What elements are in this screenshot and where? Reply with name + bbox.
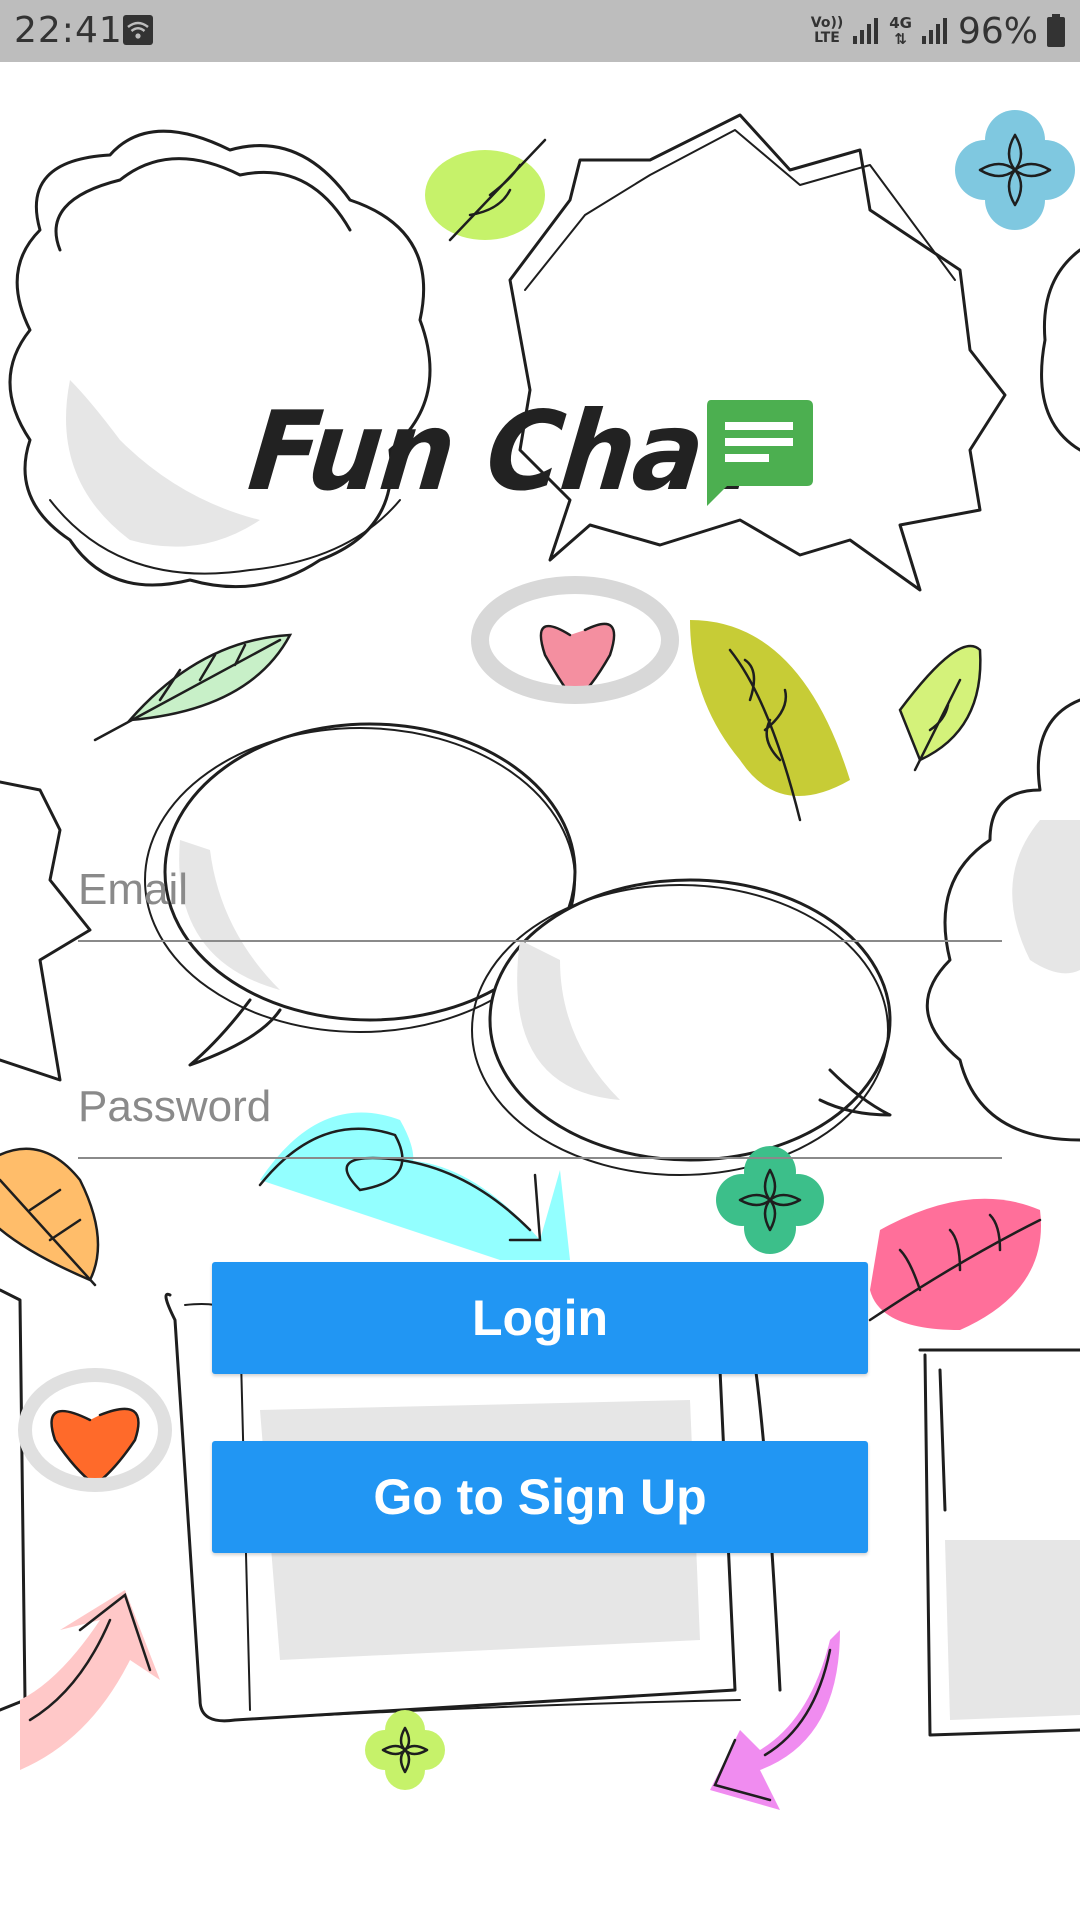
lte-label: LTE bbox=[814, 30, 840, 46]
leaf-doodle bbox=[898, 644, 982, 762]
signal-icon bbox=[921, 18, 947, 44]
password-field-container bbox=[78, 1057, 1002, 1167]
data-arrows-icon: ⇅ bbox=[894, 30, 907, 48]
banner-doodle bbox=[0, 1288, 27, 1712]
go-to-sign-up-button[interactable]: Go to Sign Up bbox=[212, 1441, 868, 1553]
email-input[interactable] bbox=[78, 840, 1002, 942]
arrow-doodle bbox=[20, 1590, 160, 1770]
status-time: 22:41 bbox=[14, 10, 123, 51]
login-screen: 22:41 Vo)) LTE 4G ⇅ 96% Fun Chat Email L… bbox=[0, 0, 1080, 1920]
network-type-label: 4G bbox=[889, 14, 912, 32]
volte-label: Vo)) bbox=[810, 15, 844, 31]
app-title: Fun Chat bbox=[243, 386, 757, 516]
wifi-icon bbox=[123, 15, 153, 45]
status-bar: 22:41 Vo)) LTE 4G ⇅ 96% bbox=[0, 0, 1080, 62]
doodle-background bbox=[0, 110, 1080, 1810]
status-indicators: Vo)) LTE 4G ⇅ 96% bbox=[811, 8, 1066, 54]
signal-icon bbox=[853, 18, 879, 44]
leaf-branch-doodle bbox=[690, 620, 850, 822]
network-type-indicator: 4G ⇅ bbox=[889, 15, 912, 47]
leaf-doodle bbox=[425, 150, 545, 240]
volte-indicator: Vo)) LTE bbox=[811, 16, 843, 46]
battery-percent: 96% bbox=[957, 10, 1038, 52]
password-input[interactable] bbox=[78, 1057, 1002, 1159]
flower-doodle bbox=[365, 1710, 445, 1790]
battery-icon bbox=[1047, 14, 1065, 47]
spiky-bubble-doodle bbox=[0, 780, 92, 1082]
leaf-doodle bbox=[0, 1147, 100, 1282]
email-field-container bbox=[78, 840, 1002, 950]
flower-doodle bbox=[955, 110, 1075, 230]
chat-message-icon bbox=[707, 400, 813, 506]
leaf-branch-doodle bbox=[868, 1198, 1042, 1330]
login-button[interactable]: Login bbox=[212, 1262, 868, 1374]
app-header: Fun Chat bbox=[0, 380, 1080, 520]
